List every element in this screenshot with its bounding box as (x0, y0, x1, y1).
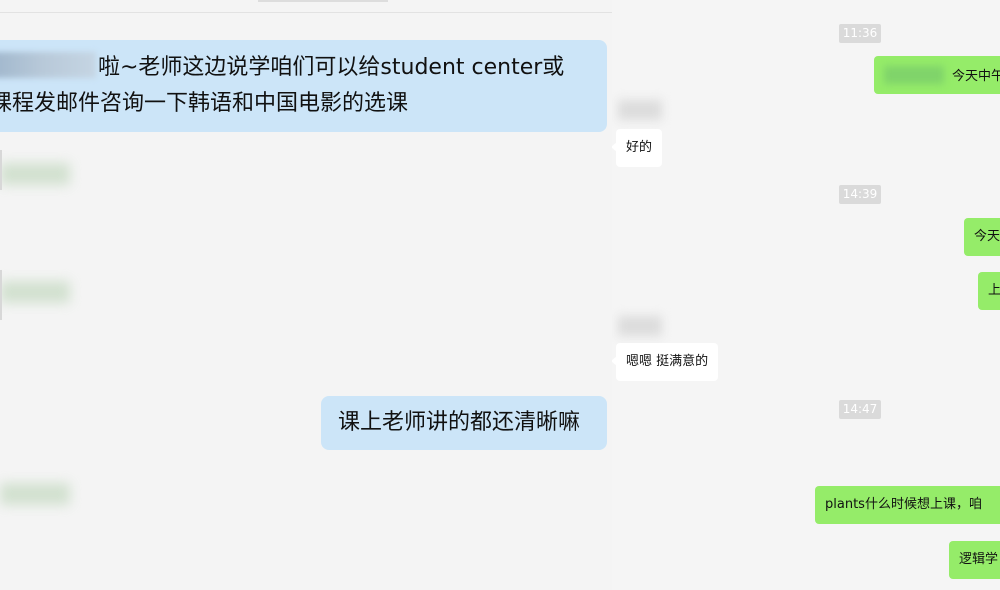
right-chat-panel: 11:36 今天中午 好的 14:39 今天 上 嗯嗯 挺满意的 14:47 p… (612, 0, 1000, 590)
message-bubble-outgoing[interactable]: 今天中午 (874, 56, 1000, 94)
timestamp: 14:39 (839, 185, 881, 204)
message-line: 课程发邮件咨询一下韩语和中国电影的选课 (0, 91, 409, 116)
message-bubble-outgoing[interactable]: 上 (978, 272, 1000, 310)
redacted-avatar (0, 163, 70, 185)
divider (0, 150, 2, 190)
redacted-avatar (0, 281, 70, 303)
message-bubble-incoming[interactable]: 好的 (612, 129, 663, 167)
message-bubble-outgoing[interactable]: 课上老师讲的都还清晰嘛 (321, 396, 607, 450)
message-line: 啦~老师这边说学咱们可以给student center或 (0, 50, 607, 86)
redacted-avatar (0, 483, 70, 505)
divider (0, 12, 612, 13)
message-bubble-outgoing[interactable]: 逻辑学 (949, 541, 1000, 579)
redacted-name (0, 52, 96, 78)
redacted-avatar (618, 316, 662, 336)
message-bubble-outgoing[interactable]: 啦~老师这边说学咱们可以给student center或 课程发邮件咨询一下韩语… (0, 40, 607, 132)
timestamp: 14:47 (839, 400, 881, 419)
message-bubble-outgoing[interactable]: plants什么时候想上课，咱 (815, 486, 1000, 524)
divider (258, 0, 388, 2)
message-bubble-incoming[interactable]: 嗯嗯 挺满意的 (612, 343, 719, 381)
timestamp: 11:36 (839, 24, 881, 43)
left-chat-panel: 啦~老师这边说学咱们可以给student center或 课程发邮件咨询一下韩语… (0, 0, 612, 590)
message-bubble-outgoing[interactable]: 今天 (964, 218, 1000, 256)
redacted-text (884, 66, 944, 84)
redacted-avatar (618, 100, 662, 120)
divider (0, 270, 2, 320)
